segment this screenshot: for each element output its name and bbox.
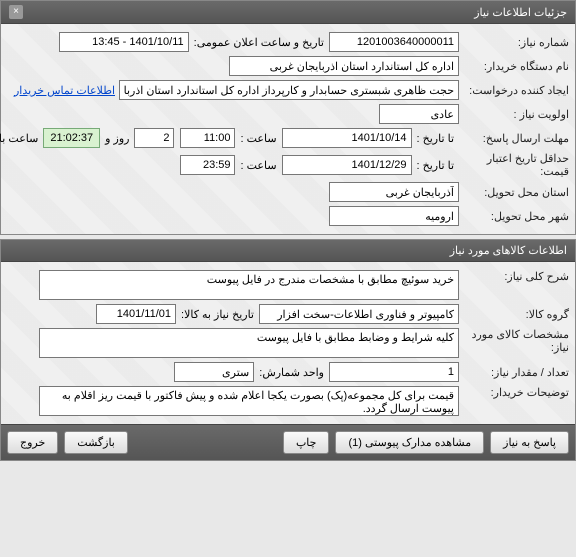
field-priority[interactable] bbox=[379, 104, 459, 124]
label-to-date-1: تا تاریخ : bbox=[412, 132, 459, 145]
panel-body-items: شرح کلی نیاز: گروه کالا: تاریخ نیاز به ک… bbox=[1, 262, 575, 424]
label-summary: شرح کلی نیاز: bbox=[459, 270, 569, 283]
panel-title-items: اطلاعات کالاهای مورد نیاز bbox=[450, 244, 567, 257]
link-contact-buyer[interactable]: اطلاعات تماس خریدار bbox=[14, 84, 119, 97]
panel-title-main: جزئیات اطلاعات نیاز bbox=[474, 6, 567, 19]
label-remaining: ساعت باقی مانده bbox=[0, 132, 43, 145]
button-bar: پاسخ به نیاز مشاهده مدارک پیوستی (1) چاپ… bbox=[1, 424, 575, 460]
label-requester: ایجاد کننده درخواست: bbox=[459, 84, 569, 97]
field-deadline-time[interactable] bbox=[180, 128, 235, 148]
field-spec[interactable] bbox=[39, 328, 459, 358]
items-panel: اطلاعات کالاهای مورد نیاز شرح کلی نیاز: … bbox=[0, 239, 576, 461]
print-button[interactable]: چاپ bbox=[283, 431, 330, 454]
label-priority: اولویت نیاز : bbox=[459, 108, 569, 121]
label-time-2: ساعت : bbox=[235, 159, 281, 172]
field-group[interactable] bbox=[259, 304, 459, 324]
back-button[interactable]: بازگشت bbox=[64, 431, 128, 454]
label-unit: واحد شمارش: bbox=[254, 366, 329, 379]
field-unit[interactable] bbox=[174, 362, 254, 382]
countdown-timer: 21:02:37 bbox=[43, 128, 100, 148]
field-province[interactable] bbox=[329, 182, 459, 202]
field-summary[interactable] bbox=[39, 270, 459, 300]
panel-header-main: جزئیات اطلاعات نیاز × bbox=[1, 1, 575, 24]
field-buyer-notes[interactable] bbox=[39, 386, 459, 416]
field-city[interactable] bbox=[329, 206, 459, 226]
field-buyer[interactable] bbox=[229, 56, 459, 76]
label-buyer: نام دستگاه خریدار: bbox=[459, 60, 569, 73]
field-qty[interactable] bbox=[329, 362, 459, 382]
field-deadline-date[interactable] bbox=[282, 128, 412, 148]
label-req-no: شماره نیاز: bbox=[459, 36, 569, 49]
close-icon[interactable]: × bbox=[9, 5, 23, 19]
field-validity-date[interactable] bbox=[282, 155, 412, 175]
field-requester[interactable] bbox=[119, 80, 459, 100]
field-req-no[interactable] bbox=[329, 32, 459, 52]
label-time-1: ساعت : bbox=[235, 132, 281, 145]
label-group: گروه کالا: bbox=[459, 308, 569, 321]
field-validity-time[interactable] bbox=[180, 155, 235, 175]
label-days-and: روز و bbox=[100, 132, 134, 145]
label-deadline: مهلت ارسال پاسخ: bbox=[459, 132, 569, 145]
label-need-date: تاریخ نیاز به کالا: bbox=[176, 308, 259, 321]
panel-header-items: اطلاعات کالاهای مورد نیاز bbox=[1, 240, 575, 262]
attachments-button[interactable]: مشاهده مدارک پیوستی (1) bbox=[335, 431, 484, 454]
field-days-left[interactable] bbox=[134, 128, 174, 148]
label-pub-datetime: تاریخ و ساعت اعلان عمومی: bbox=[189, 36, 329, 49]
label-province: استان محل تحویل: bbox=[459, 186, 569, 199]
label-to-date-2: تا تاریخ : bbox=[412, 159, 459, 172]
label-city: شهر محل تحویل: bbox=[459, 210, 569, 223]
label-validity: حداقل تاریخ اعتبار قیمت: bbox=[459, 152, 569, 178]
exit-button[interactable]: خروج bbox=[7, 431, 58, 454]
reply-button[interactable]: پاسخ به نیاز bbox=[490, 431, 569, 454]
panel-body-main: شماره نیاز: تاریخ و ساعت اعلان عمومی: نا… bbox=[1, 24, 575, 234]
label-spec: مشخصات کالای مورد نیاز: bbox=[459, 328, 569, 354]
label-qty: تعداد / مقدار نیاز: bbox=[459, 366, 569, 379]
field-pub-datetime[interactable] bbox=[59, 32, 189, 52]
label-buyer-notes: توضیحات خریدار: bbox=[459, 386, 569, 399]
details-panel: جزئیات اطلاعات نیاز × شماره نیاز: تاریخ … bbox=[0, 0, 576, 235]
field-need-date[interactable] bbox=[96, 304, 176, 324]
